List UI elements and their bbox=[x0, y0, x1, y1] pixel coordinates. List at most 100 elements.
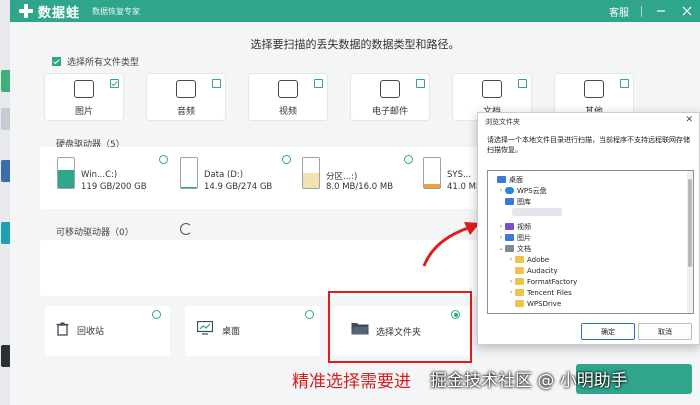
title-bar: 数据蛙 数据恢复专家 客服 bbox=[10, 0, 700, 22]
drive-item[interactable]: 分区...:) 8.0 MB/16.0 MB bbox=[302, 151, 413, 197]
scroll-thumb[interactable] bbox=[688, 179, 692, 267]
file-type-label: 音频 bbox=[176, 107, 195, 117]
card-checkbox[interactable] bbox=[518, 79, 527, 88]
expand-icon[interactable]: › bbox=[507, 278, 515, 285]
tree-item[interactable]: ⌄ 文档 bbox=[497, 243, 531, 254]
tree-item-icon bbox=[497, 176, 506, 183]
expand-icon[interactable]: ⌄ bbox=[497, 245, 505, 252]
watermark: 掘金技术社区 @ 小明助手 bbox=[430, 371, 628, 391]
location-radio[interactable] bbox=[305, 310, 314, 319]
ok-button[interactable]: 确定 bbox=[581, 323, 635, 340]
tree-item[interactable]: › 图片 bbox=[497, 232, 531, 243]
file-type-label: 视频 bbox=[278, 107, 297, 117]
close-icon[interactable] bbox=[680, 4, 694, 18]
tree-item[interactable]: 图库 bbox=[497, 196, 531, 207]
recycle-bin-icon bbox=[56, 322, 69, 336]
annotation-caption: 精准选择需要进 bbox=[292, 372, 411, 392]
drive-name: 分区...:) bbox=[326, 172, 358, 182]
card-checkbox[interactable] bbox=[212, 79, 221, 88]
expand-icon[interactable]: › bbox=[497, 187, 505, 194]
minimize-icon[interactable] bbox=[654, 4, 668, 18]
location-card-desktop[interactable]: 桌面 bbox=[185, 306, 320, 356]
drive-name: Win...C:) bbox=[81, 170, 118, 180]
expand-icon[interactable]: › bbox=[507, 256, 515, 263]
tree-item[interactable]: Audacity bbox=[507, 265, 558, 276]
location-card-recycle-bin[interactable]: 回收站 bbox=[45, 306, 170, 356]
tree-item[interactable]: WPSDrive bbox=[507, 298, 561, 309]
checkbox-checked-icon bbox=[52, 57, 61, 66]
location-label: 桌面 bbox=[222, 327, 241, 337]
card-checkbox[interactable] bbox=[314, 79, 323, 88]
title-divider bbox=[641, 5, 642, 17]
folder-icon bbox=[515, 256, 524, 263]
card-checkbox[interactable] bbox=[110, 79, 119, 88]
cloud-icon bbox=[505, 187, 514, 194]
blurred-item bbox=[512, 208, 562, 216]
grid-icon bbox=[584, 80, 604, 98]
tree-item-label: WPS云盘 bbox=[517, 186, 547, 195]
highlight-box bbox=[328, 291, 472, 363]
file-type-card-video[interactable]: 视频 bbox=[249, 74, 327, 120]
folder-icon bbox=[515, 289, 524, 296]
drive-item[interactable]: Data (D:) 14.9 GB/274 GB bbox=[180, 151, 291, 197]
tree-item[interactable]: › Tencent Files bbox=[507, 287, 572, 298]
drive-size: 14.9 GB/274 GB bbox=[204, 182, 273, 192]
document-icon bbox=[505, 245, 514, 252]
drive-radio[interactable] bbox=[404, 155, 413, 164]
tree-item-label: Tencent Files bbox=[527, 288, 572, 297]
tree-item-label: FormatFactory bbox=[527, 277, 578, 286]
tree-item-label: Audacity bbox=[527, 266, 558, 275]
customer-service-link[interactable]: 客服 bbox=[609, 4, 629, 19]
location-radio[interactable] bbox=[152, 310, 161, 319]
tree-item-label: 视频 bbox=[517, 222, 531, 231]
tree-item-label: Adobe bbox=[527, 255, 550, 264]
gallery-icon bbox=[505, 198, 514, 205]
mail-icon bbox=[380, 80, 400, 98]
folder-tree[interactable]: 桌面 › WPS云盘 图库 › 视频 › 图片 ⌄ 文档 › Adobe Aud… bbox=[487, 170, 694, 314]
tree-item-label: 桌面 bbox=[509, 175, 523, 184]
file-type-label: 电子邮件 bbox=[371, 107, 408, 117]
tree-scrollbar[interactable] bbox=[687, 171, 693, 313]
image-icon bbox=[74, 80, 94, 98]
card-checkbox[interactable] bbox=[620, 79, 629, 88]
drive-icon bbox=[57, 157, 75, 189]
tree-item[interactable]: 桌面 bbox=[489, 174, 523, 185]
file-type-card-image[interactable]: 图片 bbox=[45, 74, 123, 120]
select-all-label: 选择所有文件类型 bbox=[67, 58, 140, 68]
folder-icon bbox=[515, 300, 524, 307]
tree-item[interactable]: › WPS云盘 bbox=[497, 185, 547, 196]
drive-name: Data (D:) bbox=[204, 170, 244, 180]
drive-name: SYS... bbox=[447, 170, 472, 180]
file-type-card-email[interactable]: 电子邮件 bbox=[351, 74, 429, 120]
card-checkbox[interactable] bbox=[416, 79, 425, 88]
close-icon[interactable]: ✕ bbox=[685, 115, 693, 125]
file-type-card-audio[interactable]: 音频 bbox=[147, 74, 225, 120]
tree-item[interactable]: › 视频 bbox=[497, 221, 531, 232]
removable-drives-title: 可移动驱动器（0） bbox=[56, 228, 134, 238]
expand-icon[interactable]: › bbox=[497, 234, 505, 241]
expand-icon[interactable]: › bbox=[507, 289, 515, 296]
tree-item[interactable]: › Adobe bbox=[507, 254, 549, 265]
cancel-button[interactable]: 取消 bbox=[638, 323, 692, 340]
drive-radio[interactable] bbox=[159, 155, 168, 164]
desktop-icon bbox=[197, 321, 213, 335]
select-all-checkbox[interactable]: 选择所有文件类型 bbox=[52, 55, 139, 68]
location-label: 回收站 bbox=[77, 327, 105, 337]
tree-item-label: 文档 bbox=[517, 244, 531, 253]
tree-item-label: WPSDrive bbox=[527, 299, 562, 308]
expand-icon[interactable]: › bbox=[497, 223, 505, 230]
tree-item[interactable]: › FormatFactory bbox=[507, 276, 577, 287]
app-name: 数据蛙 bbox=[38, 5, 81, 21]
drive-item[interactable]: Win...C:) 119 GB/200 GB bbox=[57, 151, 168, 197]
drive-radio[interactable] bbox=[282, 155, 291, 164]
video-icon bbox=[505, 223, 514, 230]
page-headline: 选择要扫描的丢失数据的数据类型和路径。 bbox=[250, 38, 460, 51]
drive-size: 8.0 MB/16.0 MB bbox=[326, 182, 394, 192]
document-icon bbox=[482, 80, 502, 98]
folder-icon bbox=[515, 267, 524, 274]
drive-icon bbox=[302, 157, 320, 189]
app-logo: 数据蛙 数据恢复专家 bbox=[18, 2, 140, 21]
film-icon bbox=[278, 80, 298, 98]
refresh-icon[interactable] bbox=[180, 223, 192, 235]
plus-logo-icon bbox=[18, 3, 34, 19]
